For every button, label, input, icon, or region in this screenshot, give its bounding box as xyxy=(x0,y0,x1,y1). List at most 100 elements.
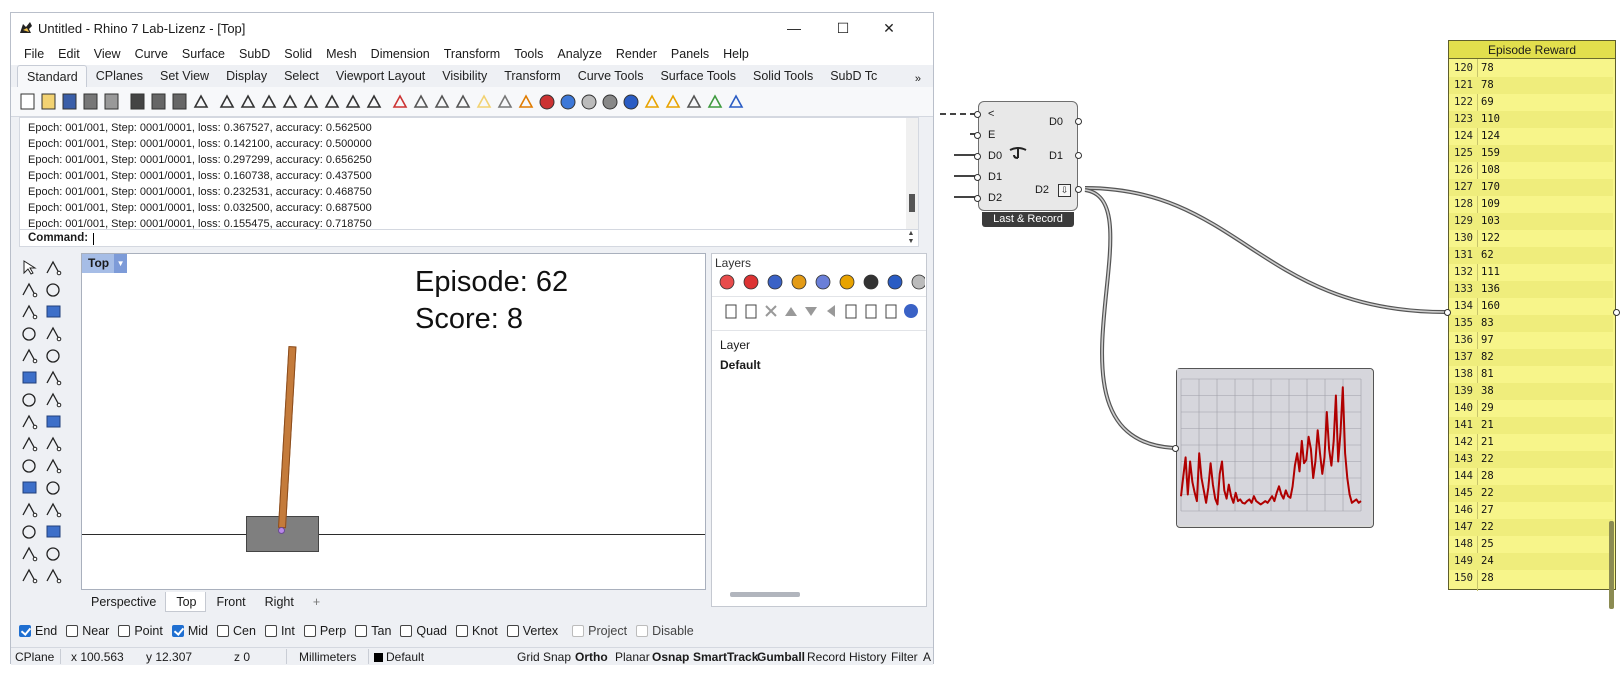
blend-icon[interactable] xyxy=(46,370,62,386)
grasshopper-canvas[interactable]: < E D0 D1 D2 D0 D1 D2 ⇩ Last & Record Ep… xyxy=(940,0,1624,673)
command-line[interactable]: Command: ▲ ▼ xyxy=(19,229,919,247)
osnap-checkbox[interactable] xyxy=(572,625,585,637)
osnap-vertex[interactable]: Vertex xyxy=(506,624,558,638)
viewport-tab-perspective[interactable]: Perspective xyxy=(81,592,165,612)
fillet-icon[interactable] xyxy=(46,349,60,363)
osnap-tan[interactable]: Tan xyxy=(355,624,391,638)
status-layer[interactable]: Default xyxy=(374,650,424,664)
status-filter[interactable]: Filter xyxy=(891,650,918,664)
osnap-int[interactable]: Int xyxy=(264,624,295,638)
layers-tab-icon[interactable] xyxy=(743,274,759,290)
menu-solid[interactable]: Solid xyxy=(277,43,319,65)
hide-icon[interactable] xyxy=(434,94,450,108)
properties-icon[interactable] xyxy=(46,547,60,561)
output-grip[interactable] xyxy=(1075,152,1082,159)
render-icon[interactable] xyxy=(560,94,576,110)
copy-icon[interactable] xyxy=(151,93,166,110)
osnap-quad[interactable]: Quad xyxy=(400,624,447,638)
save-icon[interactable] xyxy=(62,93,77,110)
join-icon[interactable] xyxy=(46,502,62,518)
camera-icon[interactable] xyxy=(863,274,879,290)
last-record-component[interactable]: < E D0 D1 D2 D0 D1 D2 ⇩ xyxy=(974,101,1082,211)
menu-render[interactable]: Render xyxy=(609,43,664,65)
help-icon[interactable] xyxy=(904,304,918,318)
boolean-icon[interactable] xyxy=(22,459,36,473)
osnap-point[interactable]: Point xyxy=(118,624,163,638)
tab-viewport-layout[interactable]: Viewport Layout xyxy=(327,65,433,87)
render-tab-icon[interactable] xyxy=(767,274,783,290)
globe-icon[interactable] xyxy=(707,94,723,108)
input-grip[interactable] xyxy=(974,195,981,202)
command-spinner-icon[interactable]: ▲ ▼ xyxy=(904,230,918,246)
command-input[interactable] xyxy=(93,233,94,245)
text-icon[interactable] xyxy=(22,525,36,539)
osnap-checkbox[interactable] xyxy=(303,625,316,637)
layer-settings-icon[interactable] xyxy=(865,304,877,319)
download-icon[interactable]: ⇩ xyxy=(1058,184,1071,197)
top-viewport[interactable]: Top ▼ Episode: 62 Score: 8 xyxy=(81,253,706,590)
osnap-perp[interactable]: Perp xyxy=(303,624,346,638)
osnap-disable[interactable]: Disable xyxy=(636,624,694,638)
status-overflow[interactable]: A xyxy=(923,650,931,664)
menu-dimension[interactable]: Dimension xyxy=(364,43,437,65)
tab-standard[interactable]: Standard xyxy=(17,65,87,87)
status-smarttrack[interactable]: SmartTrack xyxy=(693,650,758,664)
curve-icon[interactable] xyxy=(46,283,60,297)
tab-transform[interactable]: Transform xyxy=(495,65,569,87)
polyline-icon[interactable] xyxy=(22,282,38,298)
select-icon[interactable] xyxy=(455,94,471,108)
output-grip[interactable] xyxy=(1075,186,1082,193)
lightbulb-icon[interactable] xyxy=(476,94,492,108)
tab-select[interactable]: Select xyxy=(275,65,327,87)
reward-graph[interactable] xyxy=(1172,368,1374,528)
new-sublayer-icon[interactable] xyxy=(745,304,757,319)
sphere-icon[interactable] xyxy=(46,392,62,408)
osnap-checkbox[interactable] xyxy=(19,625,31,637)
osnap-checkbox[interactable] xyxy=(66,625,79,637)
import-icon[interactable] xyxy=(104,93,119,110)
input-grip[interactable] xyxy=(974,132,981,139)
osnap-checkbox[interactable] xyxy=(506,625,519,637)
output-grip[interactable] xyxy=(1075,118,1082,125)
notification-icon[interactable] xyxy=(887,274,903,290)
help-icon[interactable] xyxy=(728,94,744,108)
settings-icon[interactable] xyxy=(911,274,925,290)
tools-icon[interactable] xyxy=(885,304,897,319)
viewport-tab-front[interactable]: Front xyxy=(206,592,254,612)
minimize-button[interactable]: — xyxy=(774,17,814,39)
viewport-title[interactable]: Top ▼ xyxy=(82,254,128,273)
cut-icon[interactable] xyxy=(130,93,145,110)
maximize-button[interactable]: ☐ xyxy=(823,17,863,39)
graph-input-grip[interactable] xyxy=(1172,445,1179,452)
arc-icon[interactable] xyxy=(22,348,38,364)
osnap-checkbox[interactable] xyxy=(636,625,649,637)
menu-subd[interactable]: SubD xyxy=(232,43,277,65)
named-views-icon[interactable] xyxy=(815,274,831,290)
tab-surface-tools[interactable]: Surface Tools xyxy=(651,65,744,87)
split-icon[interactable] xyxy=(46,458,62,474)
osnap-end[interactable]: End xyxy=(19,624,57,638)
polygon-icon[interactable] xyxy=(22,327,36,341)
new-layer-icon[interactable] xyxy=(725,304,737,319)
zoom-icon[interactable] xyxy=(261,94,277,108)
color-wheel-icon[interactable] xyxy=(719,274,735,290)
panel-scrollbar[interactable] xyxy=(1609,521,1614,609)
shading-icon[interactable] xyxy=(623,94,639,110)
surface-icon[interactable] xyxy=(46,415,61,428)
layers-panel-tab-icons[interactable] xyxy=(715,272,925,294)
pan-icon[interactable] xyxy=(219,94,235,108)
status-grid-snap[interactable]: Grid Snap xyxy=(517,650,571,664)
menu-file[interactable]: File xyxy=(17,43,51,65)
menu-transform[interactable]: Transform xyxy=(437,43,508,65)
close-button[interactable]: ✕ xyxy=(869,17,909,39)
grid-icon[interactable] xyxy=(686,94,702,108)
status-ortho[interactable]: Ortho xyxy=(575,650,608,664)
menu-analyze[interactable]: Analyze xyxy=(550,43,608,65)
circle-icon[interactable] xyxy=(22,304,38,320)
gear-icon[interactable] xyxy=(665,94,681,108)
rectangle-icon[interactable] xyxy=(46,326,62,342)
add-viewport-icon[interactable]: + xyxy=(303,592,329,612)
osnap-checkbox[interactable] xyxy=(217,625,229,637)
tab-visibility[interactable]: Visibility xyxy=(433,65,495,87)
group-icon[interactable] xyxy=(22,546,38,562)
